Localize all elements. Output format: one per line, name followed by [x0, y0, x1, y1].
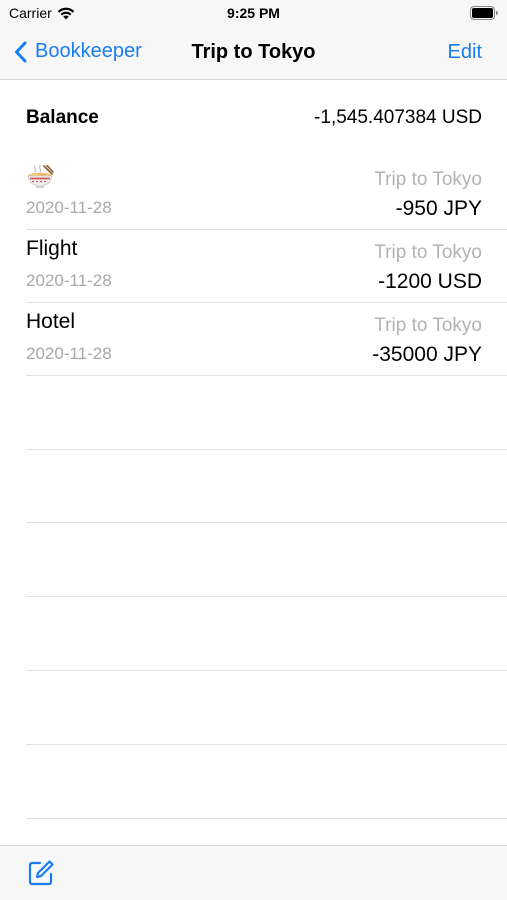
status-time: 9:25 PM	[227, 5, 280, 21]
transaction-book: Trip to Tokyo	[374, 315, 482, 336]
transaction-row[interactable]: Hotel 2020-11-28 Trip to Tokyo -35000 JP…	[26, 302, 507, 376]
edit-button[interactable]: Edit	[448, 41, 482, 64]
transaction-amount: -35000 JPY	[372, 343, 482, 366]
transaction-row[interactable]: Flight 2020-11-28 Trip to Tokyo -1200 US…	[26, 229, 507, 303]
empty-row-separator	[26, 522, 507, 523]
balance-value: -1,545.407384 USD	[314, 107, 482, 128]
status-bar: Carrier 9:25 PM	[0, 0, 507, 28]
page-title: Trip to Tokyo	[191, 41, 316, 63]
transaction-date: 2020-11-28	[26, 344, 112, 363]
transaction-amount: -1200 USD	[378, 270, 482, 293]
bottom-toolbar	[0, 845, 507, 900]
empty-row-separator	[26, 744, 507, 745]
balance-row: Balance -1,545.407384 USD	[26, 100, 482, 136]
navigation-bar: Bookkeeper Trip to Tokyo Edit	[0, 28, 507, 80]
ramen-bowl-icon	[27, 165, 54, 188]
transaction-book: Trip to Tokyo	[374, 169, 482, 190]
empty-row-separator	[26, 670, 507, 671]
transaction-name: Flight	[26, 237, 78, 260]
transaction-name: Hotel	[26, 310, 76, 333]
transaction-date: 2020-11-28	[26, 198, 112, 217]
empty-row-separator	[26, 818, 507, 819]
empty-row-separator	[26, 449, 507, 450]
battery-icon	[470, 6, 498, 20]
transaction-amount: -950 JPY	[395, 197, 482, 220]
transaction-date: 2020-11-28	[26, 271, 112, 290]
empty-row-separator	[26, 596, 507, 597]
transaction-book: Trip to Tokyo	[374, 242, 482, 263]
compose-icon[interactable]	[27, 859, 55, 887]
balance-label: Balance	[26, 107, 99, 128]
transaction-row[interactable]: 2020-11-28 Trip to Tokyo -950 JPY	[26, 156, 507, 230]
